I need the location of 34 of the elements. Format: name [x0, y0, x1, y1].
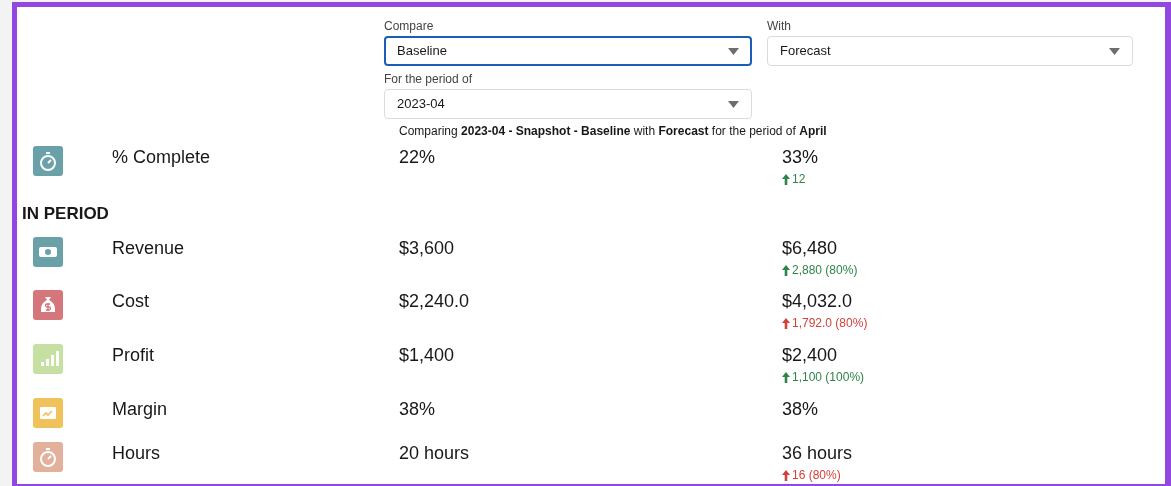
metric-value: $2,400 — [782, 345, 838, 365]
select-field[interactable]: Forecast — [767, 36, 1133, 66]
metric-value: 38% — [399, 399, 436, 419]
change-value: 12 — [792, 171, 806, 188]
metric-value: 20 hours — [399, 443, 470, 463]
field-label: Compare — [384, 18, 434, 35]
metric-value: 22% — [399, 147, 436, 167]
field-label: With — [767, 18, 791, 35]
field-label: For the period of — [384, 71, 473, 88]
caret-icon — [728, 47, 739, 55]
metric-label: % Complete — [112, 147, 211, 167]
select-field[interactable]: Baseline — [384, 36, 752, 66]
metric-value: 33% — [782, 147, 819, 167]
metric-value: 38% — [782, 399, 819, 419]
metric-label: Revenue — [112, 238, 185, 258]
metric-value: $3,600 — [399, 238, 455, 258]
metric-value: 36 hours — [782, 443, 853, 463]
change-value: 1,100 (100%) — [792, 369, 865, 386]
change-value: 1,792.0 (80%) — [792, 315, 868, 332]
caret-icon — [1109, 47, 1120, 55]
metric-value: $2,240.0 — [399, 291, 470, 311]
caret-icon — [728, 100, 739, 108]
metric-value: $1,400 — [399, 345, 455, 365]
metric-label: Cost — [112, 291, 149, 311]
metric-label: Hours — [112, 443, 160, 463]
metric-value: $4,032.0 — [782, 291, 853, 311]
change-value: 16 (80%) — [792, 467, 841, 484]
select-field[interactable]: 2023-04 — [384, 89, 752, 119]
metric-label: Margin — [112, 399, 168, 419]
metric-label: Profit — [112, 345, 154, 365]
change-value: 2,880 (80%) — [792, 262, 858, 279]
section-title: IN PERIOD — [22, 204, 109, 223]
comparison-summary: Comparing 2023-04 - Snapshot - Baseline with Forecast for the period of April — [399, 123, 828, 140]
metric-value: $6,480 — [782, 238, 838, 258]
